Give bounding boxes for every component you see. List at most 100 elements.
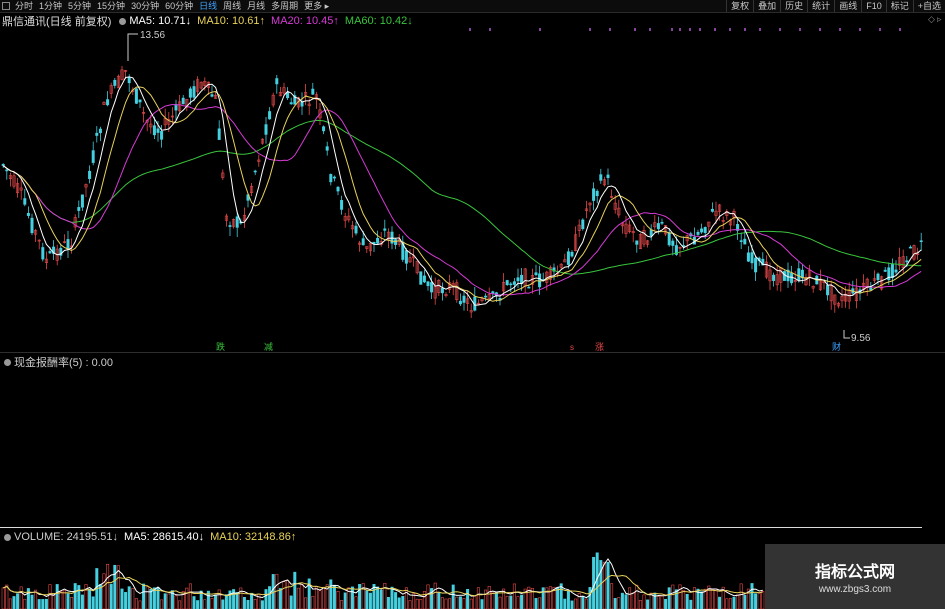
volume-bar [725, 598, 729, 609]
volume-bar [458, 596, 462, 609]
indicator-legend: 现金报酬率(5) : 0.00 [2, 354, 113, 370]
volume-bar [548, 586, 552, 609]
volume-bar [451, 584, 455, 609]
candle-body [739, 240, 743, 242]
volume-bar [512, 583, 516, 609]
candle-body [566, 251, 570, 265]
volume-bar [520, 594, 524, 609]
candle-body [113, 79, 117, 86]
volume-bar [260, 600, 264, 609]
candle-body [782, 271, 786, 281]
volume-bar [732, 596, 736, 609]
indicator-settings-icon[interactable] [4, 358, 11, 366]
volume-settings-icon[interactable] [4, 533, 11, 541]
volume-bar [145, 586, 149, 609]
volume-bar [433, 582, 437, 609]
volume-bar [178, 600, 182, 609]
period-tab-10[interactable]: 更多 ▸ [301, 0, 332, 12]
volume-bar [602, 561, 606, 609]
volume-bar [350, 586, 354, 609]
period-tab-9[interactable]: 多周期 [268, 0, 301, 12]
toolbar-button-7[interactable]: +自选 [912, 0, 945, 12]
candle-body [696, 231, 700, 235]
candle-body [268, 111, 272, 120]
period-tab-7[interactable]: 周线 [220, 0, 244, 12]
period-tab-4[interactable]: 30分钟 [128, 0, 162, 12]
layout-icon[interactable] [2, 2, 10, 10]
candle-body [516, 277, 520, 282]
toolbar-button-1[interactable]: 叠加 [753, 0, 780, 12]
volume-bar [415, 598, 419, 609]
volume-bar [563, 598, 567, 609]
candle-body [286, 92, 290, 99]
volume-bar [332, 584, 336, 609]
volume-bar [109, 583, 113, 609]
period-tab-0[interactable]: 分时 [12, 0, 36, 12]
volume-bar [761, 590, 765, 609]
volume-bar [268, 586, 272, 609]
toolbar-button-5[interactable]: F10 [861, 0, 886, 12]
candle-body [894, 269, 898, 273]
volume-bar [221, 599, 225, 609]
volume-bar [322, 586, 326, 609]
chart-shrink-icon[interactable]: ◇ [928, 14, 935, 25]
candle-body [772, 274, 776, 281]
indicator-label: 现金报酬率(5) : 0.00 [14, 357, 114, 369]
candle-body [905, 260, 909, 263]
volume-bar [419, 599, 423, 609]
volume-bar [426, 584, 430, 609]
volume-ma10: MA10: 32148.86↑ [210, 531, 297, 543]
candle-body [77, 207, 81, 211]
settings-dot-icon[interactable] [119, 17, 127, 25]
toolbar-button-0[interactable]: 复权 [726, 0, 753, 12]
candle-body [361, 238, 365, 246]
period-tab-6[interactable]: 日线 [196, 0, 220, 12]
candle-body [329, 174, 333, 183]
candle-body [210, 94, 214, 97]
toolbar-button-4[interactable]: 画线 [834, 0, 861, 12]
candle-body [217, 128, 221, 140]
volume-bar [106, 564, 110, 609]
volume-bar [217, 589, 221, 609]
volume-bar [134, 598, 138, 609]
period-tab-5[interactable]: 60分钟 [162, 0, 196, 12]
ma10-line [2, 86, 922, 302]
volume-bar [336, 591, 340, 609]
candle-body [134, 88, 138, 104]
volume-bar [437, 592, 441, 609]
toolbar-button-2[interactable]: 历史 [780, 0, 807, 12]
candlestick-chart[interactable]: 13.56 9.56 跌 减 s 涨 财 [0, 26, 945, 353]
volume-bar [566, 590, 570, 609]
volume-bar [59, 591, 63, 609]
toolbar-button-6[interactable]: 标记 [885, 0, 913, 12]
chart-collapse-icon[interactable]: ▹ [937, 14, 942, 25]
period-tab-2[interactable]: 5分钟 [65, 0, 94, 12]
volume-bar [469, 598, 473, 609]
volume-bar [142, 583, 146, 609]
candle-body [599, 174, 603, 181]
volume-bar [556, 587, 560, 609]
volume-bar [606, 561, 610, 609]
volume-bar [84, 584, 88, 609]
indicator-zero-line [0, 527, 922, 528]
volume-bar [682, 589, 686, 609]
event-marker-small: s [570, 343, 574, 352]
volume-bar [131, 588, 135, 609]
period-tab-3[interactable]: 15分钟 [94, 0, 128, 12]
volume-bar [203, 599, 207, 609]
event-marker-rise: 涨 [595, 342, 604, 352]
period-tab-1[interactable]: 1分钟 [36, 0, 65, 12]
volume-bar [570, 600, 574, 609]
candle-body [23, 198, 27, 205]
ma5-line [2, 76, 922, 306]
volume-bar [642, 594, 646, 609]
candle-body [667, 232, 671, 246]
event-marker-drop: 跌 [216, 342, 225, 352]
toolbar-button-3[interactable]: 统计 [807, 0, 834, 12]
candle-body [826, 285, 830, 296]
volume-bar [466, 588, 470, 609]
volume-bar [296, 587, 300, 609]
period-tab-8[interactable]: 月线 [244, 0, 268, 12]
volume-bar [692, 587, 696, 609]
candle-body [160, 131, 164, 140]
